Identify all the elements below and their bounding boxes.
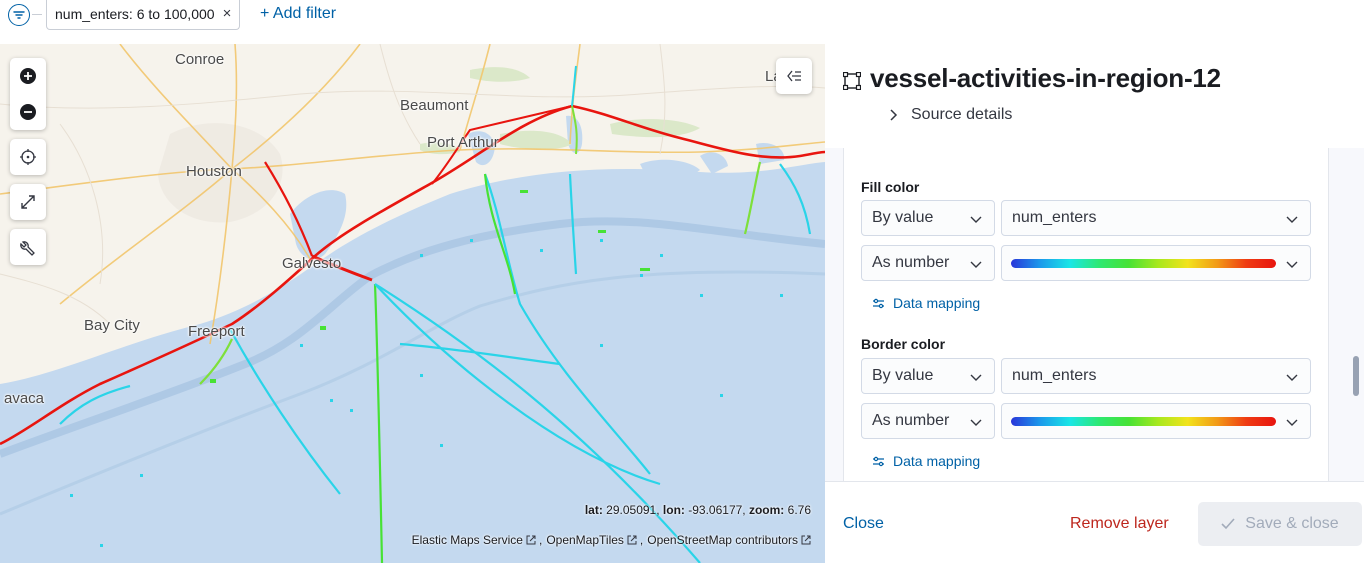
chevron-down-icon — [1286, 374, 1298, 381]
add-filter-button[interactable]: + Add filter — [260, 5, 336, 23]
fullscreen-button[interactable] — [10, 184, 46, 220]
border-color-label: Border color — [861, 336, 946, 352]
wrench-icon — [20, 241, 35, 256]
place-palacios: avaca — [4, 390, 45, 407]
set-view-group — [10, 139, 46, 175]
fill-color-label: Fill color — [861, 179, 920, 195]
chevron-down-icon — [970, 216, 982, 223]
tools-group — [10, 229, 46, 265]
mapping-icon — [873, 298, 884, 308]
chevron-right-icon — [890, 109, 898, 121]
zoom-out-button[interactable] — [10, 94, 46, 130]
attribution-omt-label[interactable]: OpenMapTiles — [546, 533, 624, 547]
zoom-value: 6.76 — [787, 503, 811, 517]
check-icon — [1221, 518, 1235, 530]
lat-value: 29.05091 — [606, 503, 657, 517]
place-freeport: Freeport — [188, 323, 245, 340]
attribution-ems[interactable]: Elastic Maps Service, — [412, 533, 543, 547]
tools-button[interactable] — [10, 229, 46, 265]
mouse-coordinates: lat: 29.05091, lon: -93.06177, zoom: 6.7… — [584, 503, 811, 517]
filter-bar: num_enters: 6 to 100,000 × + Add filter — [0, 0, 825, 44]
source-details-label[interactable]: Source details — [911, 106, 1012, 124]
source-details-toggle[interactable]: Source details — [887, 106, 1012, 124]
attribution-ems-label[interactable]: Elastic Maps Service — [412, 533, 523, 547]
chevron-down-icon — [1286, 419, 1298, 426]
layer-settings-panel: vessel-activities-in-region-12 Source de… — [825, 44, 1364, 563]
border-color-field-select[interactable]: num_enters — [1001, 358, 1311, 394]
border-data-mapping-button[interactable]: Data mapping — [872, 453, 980, 469]
place-beaumont: Beaumont — [400, 97, 469, 114]
border-color-scale-select[interactable]: As number — [861, 403, 995, 439]
crosshair-icon — [20, 149, 36, 165]
attribution-osm[interactable]: OpenStreetMap contributors — [647, 533, 811, 547]
filter-remove-icon[interactable]: × — [223, 5, 232, 22]
fullscreen-group — [10, 184, 46, 220]
fill-color-mode-select[interactable]: By value — [861, 200, 995, 236]
fill-color-mode-value: By value — [872, 209, 934, 226]
attribution-omt[interactable]: OpenMapTiles, — [546, 533, 643, 547]
border-data-mapping-label[interactable]: Data mapping — [893, 453, 980, 469]
external-link-icon — [801, 535, 811, 545]
layer-legend-toggle[interactable] — [776, 58, 812, 94]
filter-divider — [32, 14, 42, 15]
save-and-close-label[interactable]: Save & close — [1245, 515, 1338, 533]
fill-data-mapping-label[interactable]: Data mapping — [893, 295, 980, 311]
polygon-layer-icon — [843, 72, 861, 90]
panel-footer: Close Remove layer Save & close — [825, 481, 1364, 563]
border-color-mode-value: By value — [872, 367, 934, 384]
attribution-osm-label[interactable]: OpenStreetMap contributors — [647, 533, 798, 547]
place-galveston: Galvesto — [282, 255, 342, 272]
close-button[interactable]: Close — [843, 515, 884, 533]
panel-scrollbar[interactable] — [1353, 356, 1359, 396]
collapse-left-icon — [787, 70, 801, 82]
lon-value: -93.06177 — [688, 503, 743, 517]
panel-header: vessel-activities-in-region-12 Source de… — [825, 44, 1364, 148]
map-attribution: Elastic Maps Service, OpenMapTiles, Open… — [412, 533, 811, 547]
fill-color-ramp-select[interactable] — [1001, 245, 1311, 281]
map-canvas[interactable]: Conroe Beaumont Port Arthur Houston Galv… — [0, 44, 825, 563]
zoom-controls — [10, 58, 46, 130]
style-settings-card: Fill color By value num_enters As number… — [843, 148, 1329, 481]
lon-label: lon: — [662, 503, 685, 517]
remove-layer-button[interactable]: Remove layer — [1070, 515, 1169, 533]
minus-icon — [20, 104, 36, 120]
fill-color-scale-value: As number — [872, 254, 950, 271]
place-port-arthur: Port Arthur — [427, 134, 499, 151]
place-bay-city: Bay City — [84, 317, 140, 334]
fill-data-mapping-button[interactable]: Data mapping — [872, 295, 980, 311]
save-and-close-button[interactable]: Save & close — [1198, 502, 1362, 546]
border-color-scale-value: As number — [872, 412, 950, 429]
layer-title: vessel-activities-in-region-12 — [870, 63, 1221, 93]
fill-color-field-select[interactable]: num_enters — [1001, 200, 1311, 236]
color-ramp-swatch — [1011, 417, 1276, 426]
map-controls — [10, 58, 46, 265]
filter-pill[interactable]: num_enters: 6 to 100,000 × — [46, 0, 241, 30]
external-link-icon — [627, 535, 637, 545]
mapping-icon — [873, 456, 884, 466]
external-link-icon — [526, 535, 536, 545]
chevron-down-icon — [970, 374, 982, 381]
place-houston: Houston — [186, 163, 242, 180]
fill-color-scale-select[interactable]: As number — [861, 245, 995, 281]
basemap — [0, 44, 825, 563]
expand-icon — [21, 195, 35, 209]
lat-label: lat: — [584, 503, 603, 517]
place-conroe: Conroe — [175, 51, 225, 68]
zoom-label: zoom: — [748, 503, 785, 517]
plus-icon — [20, 68, 36, 84]
border-color-field-value: num_enters — [1012, 367, 1097, 384]
color-ramp-swatch — [1011, 259, 1276, 268]
chevron-down-icon — [1286, 216, 1298, 223]
filter-menu-icon[interactable] — [8, 4, 30, 26]
border-color-ramp-select[interactable] — [1001, 403, 1311, 439]
border-color-mode-select[interactable]: By value — [861, 358, 995, 394]
set-view-button[interactable] — [10, 139, 46, 175]
chevron-down-icon — [970, 261, 982, 268]
fill-color-field-value: num_enters — [1012, 209, 1097, 226]
chevron-down-icon — [970, 419, 982, 426]
chevron-down-icon — [1286, 261, 1298, 268]
style-settings-scroll[interactable]: Fill color By value num_enters As number… — [825, 148, 1364, 481]
filter-pill-label[interactable]: num_enters: 6 to 100,000 — [55, 6, 215, 22]
zoom-in-button[interactable] — [10, 58, 46, 94]
